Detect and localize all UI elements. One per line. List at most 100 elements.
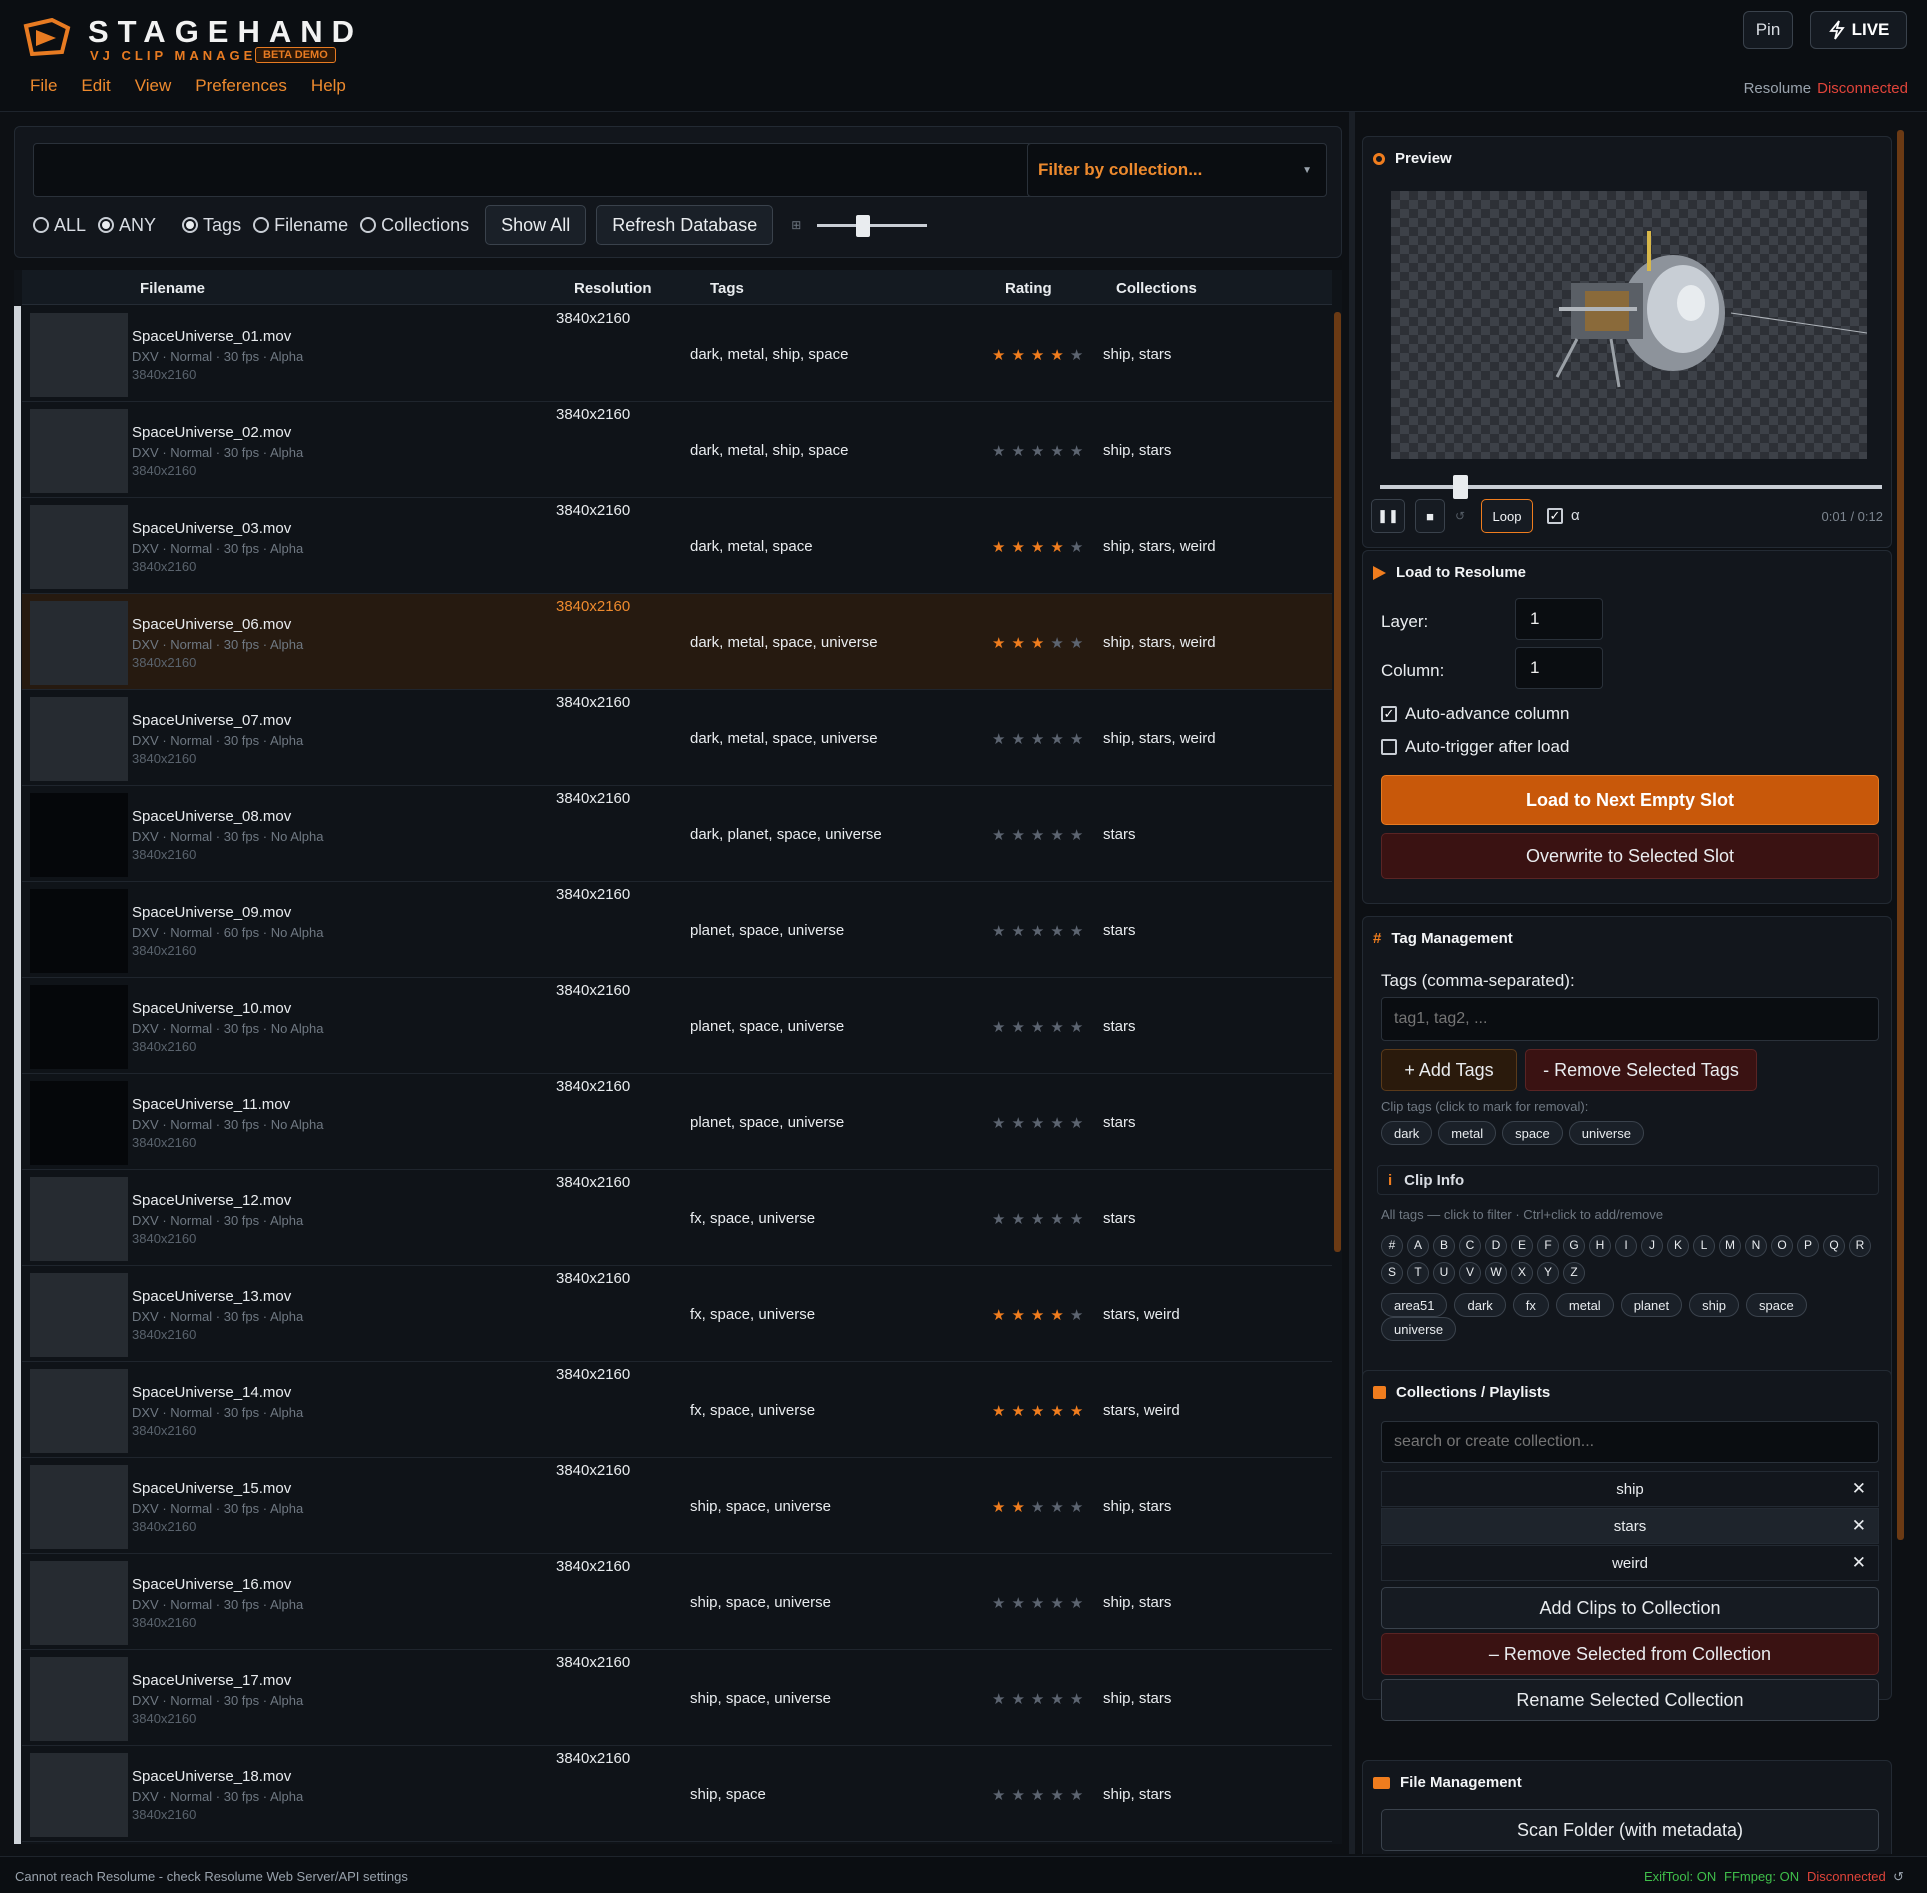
star-icon[interactable]: ★ <box>1050 443 1069 460</box>
clip-thumbnail[interactable] <box>30 793 128 877</box>
star-icon[interactable]: ★ <box>1031 635 1050 652</box>
clip-thumbnail[interactable] <box>30 313 128 397</box>
clip-thumbnail[interactable] <box>30 1753 128 1837</box>
slider-thumb[interactable] <box>855 215 870 237</box>
auto-trigger-checkbox[interactable]: Auto-trigger after load <box>1381 737 1569 757</box>
star-rating[interactable]: ★★★★★ <box>992 1306 1089 1324</box>
star-icon[interactable]: ★ <box>1070 635 1089 652</box>
stop-button[interactable]: ■ <box>1415 499 1445 533</box>
field-filename-radio[interactable]: Filename <box>253 215 348 236</box>
star-rating[interactable]: ★★★★★ <box>992 1114 1089 1132</box>
star-icon[interactable]: ★ <box>992 923 1011 940</box>
star-rating[interactable]: ★★★★★ <box>992 1402 1089 1420</box>
letter-filter[interactable]: Y <box>1537 1261 1559 1284</box>
auto-advance-checkbox[interactable]: ✓ Auto-advance column <box>1381 704 1569 724</box>
star-icon[interactable]: ★ <box>992 1307 1011 1324</box>
letter-filter[interactable]: R <box>1849 1234 1871 1257</box>
star-icon[interactable]: ★ <box>1070 827 1089 844</box>
star-icon[interactable]: ★ <box>1031 1019 1050 1036</box>
star-icon[interactable]: ★ <box>1050 1115 1069 1132</box>
star-icon[interactable]: ★ <box>1070 1595 1089 1612</box>
star-icon[interactable]: ★ <box>1011 1211 1030 1228</box>
star-icon[interactable]: ★ <box>1031 539 1050 556</box>
refresh-database-button[interactable]: Refresh Database <box>596 205 774 245</box>
tag-chip[interactable]: area51 <box>1381 1293 1448 1317</box>
table-row[interactable]: SpaceUniverse_08.mov DXV · Normal · 30 fp… <box>22 786 1332 882</box>
panel-divider[interactable] <box>1349 112 1355 1854</box>
star-icon[interactable]: ★ <box>1070 347 1089 364</box>
letter-filter[interactable]: M <box>1719 1234 1741 1257</box>
letter-filter[interactable]: # <box>1381 1234 1403 1257</box>
star-icon[interactable]: ★ <box>992 443 1011 460</box>
star-rating[interactable]: ★★★★★ <box>992 730 1089 748</box>
letter-filter[interactable]: U <box>1433 1261 1455 1284</box>
alpha-toggle[interactable]: ✓ α <box>1547 507 1580 524</box>
menu-preferences[interactable]: Preferences <box>195 76 287 96</box>
table-row[interactable]: SpaceUniverse_18.mov DXV · Normal · 30 fp… <box>22 1746 1332 1842</box>
star-icon[interactable]: ★ <box>1031 731 1050 748</box>
star-icon[interactable]: ★ <box>1070 1019 1089 1036</box>
letter-filter[interactable]: S <box>1381 1261 1403 1284</box>
star-icon[interactable]: ★ <box>1031 1691 1050 1708</box>
tag-chip[interactable]: planet <box>1620 1293 1683 1317</box>
search-input[interactable] <box>33 143 1033 197</box>
close-icon[interactable]: ✕ <box>1852 1479 1866 1499</box>
letter-filter[interactable]: H <box>1589 1234 1611 1257</box>
letter-filter[interactable]: E <box>1511 1234 1533 1257</box>
live-button[interactable]: LIVE <box>1810 11 1907 49</box>
star-icon[interactable]: ★ <box>1050 347 1069 364</box>
overwrite-selected-button[interactable]: Overwrite to Selected Slot <box>1381 833 1879 879</box>
star-icon[interactable]: ★ <box>1050 1595 1069 1612</box>
table-row[interactable]: SpaceUniverse_15.mov DXV · Normal · 30 fp… <box>22 1458 1332 1554</box>
collection-filter-select[interactable]: Filter by collection... ▼ <box>1027 143 1327 197</box>
star-rating[interactable]: ★★★★★ <box>992 634 1089 652</box>
star-icon[interactable]: ★ <box>1011 1595 1030 1612</box>
star-icon[interactable]: ★ <box>992 539 1011 556</box>
table-row[interactable]: SpaceUniverse_06.mov DXV · Normal · 30 fp… <box>22 594 1332 690</box>
match-all-radio[interactable]: ALL <box>33 215 86 236</box>
letter-filter[interactable]: G <box>1563 1234 1585 1257</box>
add-clips-to-collection-button[interactable]: Add Clips to Collection <box>1381 1587 1879 1629</box>
star-icon[interactable]: ★ <box>1011 1787 1030 1804</box>
column-input[interactable]: 1 <box>1515 647 1603 689</box>
load-header[interactable]: Load to Resolume <box>1373 564 1526 581</box>
collection-item[interactable]: weird ✕ <box>1381 1545 1879 1581</box>
tag-chip[interactable]: metal <box>1555 1293 1614 1317</box>
collection-item[interactable]: stars ✕ <box>1381 1508 1879 1544</box>
table-row[interactable]: SpaceUniverse_09.mov DXV · Normal · 60 fp… <box>22 882 1332 978</box>
star-icon[interactable]: ★ <box>1011 1691 1030 1708</box>
letter-filter[interactable]: L <box>1693 1234 1715 1257</box>
star-icon[interactable]: ★ <box>1031 1499 1050 1516</box>
tags-input[interactable] <box>1381 997 1879 1041</box>
star-icon[interactable]: ★ <box>1050 1307 1069 1324</box>
pause-button[interactable]: ❚❚ <box>1371 499 1405 533</box>
tag-chip[interactable]: space <box>1745 1293 1807 1317</box>
star-icon[interactable]: ★ <box>992 1499 1011 1516</box>
field-collections-radio[interactable]: Collections <box>360 215 469 236</box>
clip-thumbnail[interactable] <box>30 1657 128 1741</box>
star-icon[interactable]: ★ <box>1011 827 1030 844</box>
table-row[interactable]: SpaceUniverse_07.mov DXV · Normal · 30 fp… <box>22 690 1332 786</box>
star-icon[interactable]: ★ <box>1050 539 1069 556</box>
star-icon[interactable]: ★ <box>992 1403 1011 1420</box>
star-icon[interactable]: ★ <box>1011 539 1030 556</box>
clip-thumbnail[interactable] <box>30 889 128 973</box>
col-tags[interactable]: Tags <box>710 280 744 297</box>
table-row[interactable]: SpaceUniverse_12.mov DXV · Normal · 30 fp… <box>22 1170 1332 1266</box>
star-icon[interactable]: ★ <box>1050 1691 1069 1708</box>
clip-thumbnail[interactable] <box>30 1177 128 1261</box>
star-icon[interactable]: ★ <box>1070 1307 1089 1324</box>
preview-canvas[interactable] <box>1391 191 1868 459</box>
star-rating[interactable]: ★★★★★ <box>992 1690 1089 1708</box>
star-rating[interactable]: ★★★★★ <box>992 826 1089 844</box>
star-icon[interactable]: ★ <box>992 1595 1011 1612</box>
star-icon[interactable]: ★ <box>1011 443 1030 460</box>
alpha-checkbox[interactable]: ✓ <box>1547 507 1563 524</box>
star-icon[interactable]: ★ <box>992 1115 1011 1132</box>
star-icon[interactable]: ★ <box>1031 443 1050 460</box>
table-row[interactable]: SpaceUniverse_11.mov DXV · Normal · 30 fp… <box>22 1074 1332 1170</box>
side-panel-scrollbar[interactable] <box>1897 130 1904 1540</box>
letter-filter[interactable]: K <box>1667 1234 1689 1257</box>
letter-filter[interactable]: C <box>1459 1234 1481 1257</box>
letter-filter[interactable]: T <box>1407 1261 1429 1284</box>
